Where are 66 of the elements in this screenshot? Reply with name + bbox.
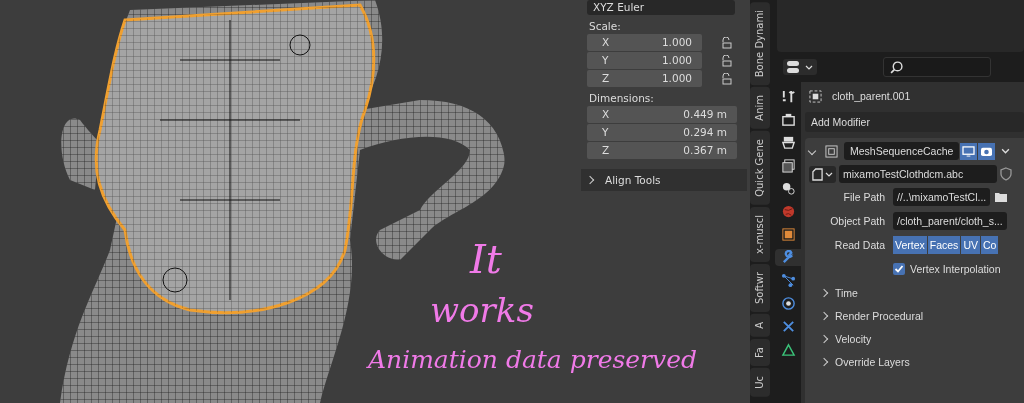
scale-label: Scale: — [589, 20, 622, 32]
handwritten-annotation: Animation data preserved — [368, 345, 697, 374]
modifier-tab[interactable] — [775, 249, 801, 266]
sidebar-tab[interactable]: Softwr — [750, 263, 770, 312]
sidebar-tab[interactable]: Bone Dynami — [750, 2, 770, 86]
caret-icon[interactable] — [1001, 148, 1010, 154]
subpanel-header[interactable]: Velocity — [809, 329, 1024, 348]
lock-icon[interactable] — [720, 54, 732, 67]
dimensions-label: Dimensions: — [589, 92, 655, 104]
folder-icon[interactable] — [994, 191, 1009, 203]
editor-type-button[interactable] — [783, 59, 817, 75]
lock-icon[interactable] — [720, 72, 732, 85]
search-icon — [890, 60, 903, 74]
dimension-field[interactable]: X 0.449 m — [587, 106, 737, 123]
object-path-field[interactable]: /cloth_parent/cloth_s... — [893, 212, 1007, 230]
align-tools-panel-header[interactable]: Align Tools — [581, 169, 747, 191]
modifier-icon — [780, 250, 796, 265]
object-name: cloth_parent.001 — [832, 90, 911, 102]
rotation-mode-dropdown[interactable]: XYZ Euler — [587, 0, 735, 15]
checkbox[interactable] — [893, 263, 905, 275]
field-label: Read Data — [833, 239, 886, 251]
handwritten-annotation: works — [430, 290, 534, 330]
sidebar-tab[interactable]: Anim — [750, 87, 770, 129]
scale-field[interactable]: X 1.000 — [587, 34, 702, 51]
dimension-field[interactable]: Y 0.294 m — [587, 124, 737, 141]
scene-icon — [780, 181, 796, 196]
dimension-field[interactable]: Z 0.367 m — [587, 142, 737, 159]
read-data-toggle[interactable]: UV — [961, 236, 980, 254]
add-modifier-button[interactable]: Add Modifier — [805, 112, 1024, 132]
subpanel-header[interactable]: Render Procedural — [809, 306, 1024, 325]
object-icon — [780, 227, 796, 242]
sidebar-tab[interactable]: A — [750, 313, 770, 337]
render-icon — [780, 112, 796, 127]
read-data-toggle[interactable]: Vertex — [893, 236, 927, 254]
lock-icon[interactable] — [720, 36, 732, 49]
scale-field[interactable]: Z 1.000 — [587, 70, 702, 87]
search-field[interactable] — [883, 57, 991, 77]
caret-icon — [825, 171, 833, 177]
sidebar-tab[interactable]: Quick Gene — [750, 130, 770, 205]
view-layer-icon — [780, 158, 796, 173]
file-icon — [812, 167, 823, 181]
object-icon — [809, 89, 822, 103]
file-path-field[interactable]: //..\mixamoTestCl... — [893, 188, 991, 206]
shield-icon[interactable] — [1000, 167, 1012, 181]
read-data-toggle[interactable]: Faces — [927, 236, 961, 254]
output-icon — [780, 135, 796, 150]
monitor-icon[interactable] — [960, 142, 977, 160]
checkbox-label: Vertex Interpolation — [910, 263, 1001, 275]
tool-icon — [780, 89, 796, 104]
cache-file-field[interactable]: mixamoTestClothdcm.abc — [839, 165, 997, 183]
field-label: Object Path — [829, 215, 886, 227]
subpanel-header[interactable]: Time — [809, 283, 1024, 302]
modifier-type-icon — [825, 144, 838, 158]
handwritten-annotation: It — [470, 236, 502, 282]
scale-field[interactable]: Y 1.000 — [587, 52, 702, 69]
read-data-toggle[interactable]: Co — [980, 236, 999, 254]
subpanel-header[interactable]: Override Layers — [809, 352, 1024, 371]
sidebar-tab[interactable]: Uc — [750, 367, 770, 397]
file-dropdown-button[interactable] — [809, 165, 836, 183]
field-label: File Path — [842, 191, 886, 203]
sidebar-tab[interactable]: Fa — [750, 338, 770, 366]
camera-icon[interactable] — [978, 142, 995, 160]
modifier-name-field[interactable]: MeshSequenceCache — [844, 142, 959, 160]
particles-icon — [780, 273, 796, 288]
caret-icon — [805, 64, 813, 70]
sidebar-tab[interactable]: x-muscl — [750, 206, 770, 262]
